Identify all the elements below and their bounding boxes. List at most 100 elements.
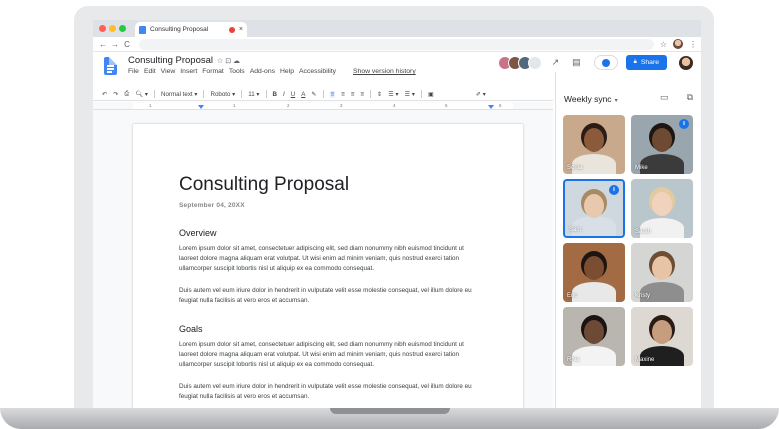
participant-video-face — [584, 194, 604, 218]
speaking-indicator-icon: ⦀ — [679, 119, 689, 129]
meet-call-title[interactable]: Weekly sync ▾ — [564, 94, 618, 104]
participant-tile[interactable]: ⦀ Mike — [631, 115, 693, 174]
formatting-toolbar: ↶ ↷ ⎙ 🔍︎ ▾ Normal text ▾ Roboto ▾ 11 ▾ B… — [93, 88, 553, 101]
participant-video-face — [584, 320, 604, 344]
left-indent-marker[interactable] — [198, 105, 204, 109]
font-size-select[interactable]: 11 ▾ — [248, 91, 259, 98]
picture-in-picture-icon[interactable]: ▭ — [660, 92, 669, 103]
highlight-icon[interactable]: ✎ — [311, 91, 316, 98]
tab-title: Consulting Proposal — [150, 26, 209, 33]
editing-mode-icon[interactable]: ✐ ▾ — [476, 91, 486, 98]
reload-icon[interactable]: C — [121, 40, 133, 49]
align-center-icon[interactable]: ≡ — [341, 91, 345, 98]
profile-avatar[interactable] — [673, 39, 683, 49]
laptop-base — [0, 408, 779, 429]
redo-icon[interactable]: ↷ — [113, 91, 118, 98]
numbered-list-icon[interactable]: ☰ ▾ — [405, 91, 415, 98]
version-history-link[interactable]: Show version history — [353, 68, 416, 75]
back-icon[interactable]: ← — [97, 40, 109, 49]
align-right-icon[interactable]: ≡ — [351, 91, 355, 98]
participant-tile[interactable]: Eric — [563, 243, 625, 302]
document-date: September 04, 20XX — [179, 202, 245, 209]
menu-file[interactable]: File — [128, 68, 139, 75]
participant-video-body — [572, 346, 616, 366]
ruler-track: 1 1 2 3 4 5 6 — [133, 103, 513, 109]
bulleted-list-icon[interactable]: ☰ ▾ — [388, 91, 398, 98]
text-color-button[interactable]: A — [301, 91, 305, 98]
comment-icon[interactable]: ▤ — [572, 57, 581, 68]
right-indent-marker[interactable] — [488, 105, 494, 109]
participant-name: Sarah — [635, 229, 652, 235]
menu-accessibility[interactable]: Accessibility — [299, 68, 336, 75]
meet-panel: Weekly sync ▾ ▭ ⧉ Sonia ⦀ Mike ⦀ Sam Sarah Eric… — [555, 72, 701, 408]
document-title[interactable]: Consulting Proposal ☆ ⊡ ☁ — [128, 55, 240, 66]
pop-out-icon[interactable]: ⧉ — [687, 92, 693, 103]
collaborator-avatars[interactable] — [497, 55, 542, 70]
font-select[interactable]: Roboto ▾ — [210, 91, 235, 98]
bold-button[interactable]: B — [273, 91, 277, 98]
address-bar-row: ← → C ☆ ⋮ — [93, 37, 701, 52]
lock-icon: 🔒︎ — [633, 59, 637, 65]
laptop-notch — [330, 408, 450, 414]
ruler-tick: 4 — [393, 103, 396, 108]
account-avatar[interactable] — [679, 55, 693, 70]
menu-addons[interactable]: Add-ons — [250, 68, 275, 75]
title-actions-icon[interactable]: ☆ ⊡ ☁ — [217, 58, 240, 65]
paragraph: Lorem ipsum dolor sit amet, consectetuer… — [179, 341, 464, 368]
undo-icon[interactable]: ↶ — [102, 91, 107, 98]
menu-tools[interactable]: Tools — [229, 68, 245, 75]
participant-tile[interactable]: Sarah — [631, 179, 693, 238]
ruler-tick: 3 — [340, 103, 343, 108]
document-page[interactable]: Consulting Proposal September 04, 20XX O… — [133, 124, 523, 408]
menu-help[interactable]: Help — [280, 68, 294, 75]
browser-window: Consulting Proposal × ← → C ☆ ⋮ Consulti… — [93, 20, 701, 408]
participant-name: Mike — [635, 165, 648, 171]
ruler-tick: 1 — [233, 103, 236, 108]
menu-view[interactable]: View — [161, 68, 176, 75]
share-label: Share — [640, 59, 659, 66]
participant-video-face — [652, 192, 672, 216]
share-button[interactable]: 🔒︎ Share — [625, 55, 667, 70]
align-left-icon[interactable]: ≡ — [329, 90, 336, 98]
zoom-select[interactable]: 🔍︎ ▾ — [135, 90, 148, 98]
collaborator-avatar[interactable] — [527, 55, 542, 70]
menu-insert[interactable]: Insert — [180, 68, 197, 75]
header-actions: ↗ ▤ 🔒︎ Share — [497, 55, 693, 70]
participant-video-body — [640, 218, 684, 238]
justify-icon[interactable]: ≡ — [360, 91, 364, 98]
window-maximize-dot[interactable] — [119, 25, 126, 32]
docs-logo-icon[interactable] — [104, 57, 117, 75]
tab-close-icon[interactable]: × — [239, 26, 243, 33]
screen: Consulting Proposal × ← → C ☆ ⋮ Consulti… — [0, 0, 779, 429]
meet-call-button[interactable] — [593, 55, 618, 70]
underline-button[interactable]: U — [291, 91, 295, 98]
bookmark-star-icon[interactable]: ☆ — [660, 40, 667, 49]
menu-format[interactable]: Format — [202, 68, 224, 75]
line-spacing-icon[interactable]: ⇕ — [377, 91, 382, 98]
tab-strip: Consulting Proposal × — [93, 20, 701, 37]
meet-active-icon — [601, 58, 610, 67]
forward-icon[interactable]: → — [109, 40, 121, 49]
paragraph: Lorem ipsum dolor sit amet, consectetuer… — [179, 245, 464, 272]
participant-video-body — [572, 282, 616, 302]
window-close-dot[interactable] — [99, 25, 106, 32]
section-title: Goals — [179, 324, 203, 334]
participant-video-face — [652, 320, 672, 344]
omnibox[interactable] — [139, 38, 654, 50]
browser-tab[interactable]: Consulting Proposal × — [135, 22, 247, 37]
meet-title-text: Weekly sync — [564, 94, 612, 104]
italic-button[interactable]: I — [283, 91, 285, 98]
print-icon[interactable]: ⎙ — [124, 90, 129, 98]
chevron-down-icon: ▾ — [614, 98, 618, 104]
insert-image-icon[interactable]: ▣ — [428, 91, 434, 98]
style-select[interactable]: Normal text ▾ — [161, 91, 197, 98]
participant-tile[interactable]: Maxine — [631, 307, 693, 366]
window-minimize-dot[interactable] — [109, 25, 116, 32]
browser-menu-icon[interactable]: ⋮ — [689, 40, 697, 49]
participant-tile[interactable]: ⦀ Sam — [563, 179, 625, 238]
participant-tile[interactable]: Kristy — [631, 243, 693, 302]
activity-trend-icon[interactable]: ↗ — [552, 57, 560, 68]
participant-tile[interactable]: Rhia — [563, 307, 625, 366]
menu-edit[interactable]: Edit — [144, 68, 156, 75]
participant-tile[interactable]: Sonia — [563, 115, 625, 174]
